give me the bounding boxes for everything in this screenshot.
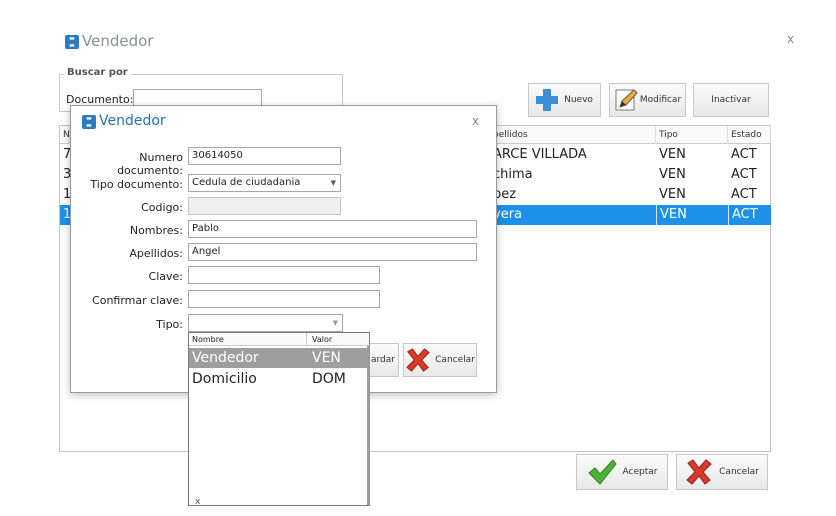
clave-input[interactable] bbox=[188, 266, 380, 284]
dropdown-resize-icon: x bbox=[195, 497, 201, 507]
codigo-label: Codigo: bbox=[141, 201, 183, 214]
dialog-cancel-button[interactable]: Cancelar bbox=[403, 343, 477, 377]
cell-estado: ACT bbox=[728, 205, 758, 225]
option-nombre: Domicilio bbox=[192, 371, 257, 387]
nombres-input[interactable]: Pablo bbox=[188, 220, 477, 238]
column-header[interactable]: N bbox=[60, 126, 70, 144]
dropdown-option-highlighted[interactable]: Vendedor VEN bbox=[189, 348, 369, 368]
tipo-combobox[interactable]: ▼ bbox=[188, 314, 343, 332]
dialog-close-button[interactable]: x bbox=[472, 114, 479, 128]
cell-estado: ACT bbox=[731, 147, 757, 162]
apellidos-label: Apellidos: bbox=[129, 247, 183, 260]
cell-apellidos: ARCE VILLADA bbox=[493, 147, 587, 162]
cell-tipo: VEN bbox=[659, 147, 686, 162]
dropdown-header: Nombre Valor bbox=[189, 333, 369, 346]
pencil-icon bbox=[614, 88, 638, 112]
accept-button-label: Aceptar bbox=[622, 467, 658, 477]
new-button[interactable]: Nuevo bbox=[528, 83, 601, 117]
confirmar-clave-label: Confirmar clave: bbox=[92, 294, 183, 307]
numero-documento-label: Numero documento: bbox=[117, 151, 183, 177]
dialog-app-icon: ▬ ▬ bbox=[82, 115, 96, 129]
search-group-label: Buscar por bbox=[64, 67, 131, 78]
cell-tipo: VEN bbox=[656, 205, 687, 225]
codigo-input bbox=[188, 197, 341, 215]
modify-button[interactable]: Modificar bbox=[609, 83, 686, 117]
app-icon: ▬ ▬ bbox=[65, 35, 79, 49]
plus-icon bbox=[536, 89, 559, 111]
dropdown-option[interactable]: Domicilio DOM bbox=[189, 369, 369, 389]
deactivate-button-label: Inactivar bbox=[711, 95, 751, 105]
cell-tipo: VEN bbox=[659, 187, 686, 202]
numero-documento-input[interactable]: 30614050 bbox=[188, 147, 341, 165]
tipo-documento-select[interactable]: Cedula de ciudadania ▼ bbox=[188, 174, 341, 192]
dialog-title: Vendedor bbox=[99, 113, 166, 129]
red-x-icon bbox=[405, 348, 431, 372]
chevron-down-icon: ▼ bbox=[332, 319, 338, 327]
modify-button-label: Modificar bbox=[639, 95, 682, 105]
window-title: Vendedor bbox=[82, 32, 154, 50]
tipo-documento-label: Tipo documento: bbox=[90, 178, 183, 191]
dropdown-header-valor: Valor bbox=[312, 335, 333, 344]
cancel-button-label: Cancelar bbox=[719, 467, 759, 477]
column-header[interactable]: pellidos bbox=[490, 126, 656, 144]
new-button-label: Nuevo bbox=[564, 95, 593, 105]
tipo-label: Tipo: bbox=[156, 318, 183, 331]
confirmar-clave-input[interactable] bbox=[188, 290, 380, 308]
checkmark-icon bbox=[587, 458, 617, 486]
option-nombre: Vendedor bbox=[192, 350, 259, 366]
accept-button[interactable]: Aceptar bbox=[576, 454, 668, 490]
close-button[interactable]: x bbox=[787, 32, 794, 46]
option-valor: DOM bbox=[312, 371, 346, 387]
save-button-label: ardar bbox=[371, 355, 395, 365]
nombres-label: Nombres: bbox=[129, 224, 183, 237]
chevron-down-icon: ▼ bbox=[330, 179, 336, 187]
cell-estado: ACT bbox=[731, 187, 757, 202]
option-valor: VEN bbox=[312, 350, 341, 366]
clave-label: Clave: bbox=[148, 270, 183, 283]
column-header[interactable]: Estado bbox=[728, 126, 771, 144]
cell-estado: ACT bbox=[731, 167, 757, 182]
red-x-icon bbox=[685, 459, 713, 485]
deactivate-button[interactable]: Inactivar bbox=[693, 83, 769, 117]
apellidos-input[interactable]: Angel bbox=[188, 243, 477, 261]
tipo-documento-value: Cedula de ciudadania bbox=[192, 177, 301, 188]
column-header[interactable]: Tipo bbox=[656, 126, 728, 144]
cell-tipo: VEN bbox=[659, 167, 686, 182]
tipo-dropdown-list: Nombre Valor Vendedor VEN Domicilio DOM … bbox=[188, 332, 370, 507]
dialog-cancel-button-label: Cancelar bbox=[435, 355, 475, 365]
dropdown-scrollbar[interactable] bbox=[367, 346, 370, 505]
cancel-button[interactable]: Cancelar bbox=[676, 454, 768, 490]
dropdown-header-nombre: Nombre bbox=[192, 333, 307, 346]
